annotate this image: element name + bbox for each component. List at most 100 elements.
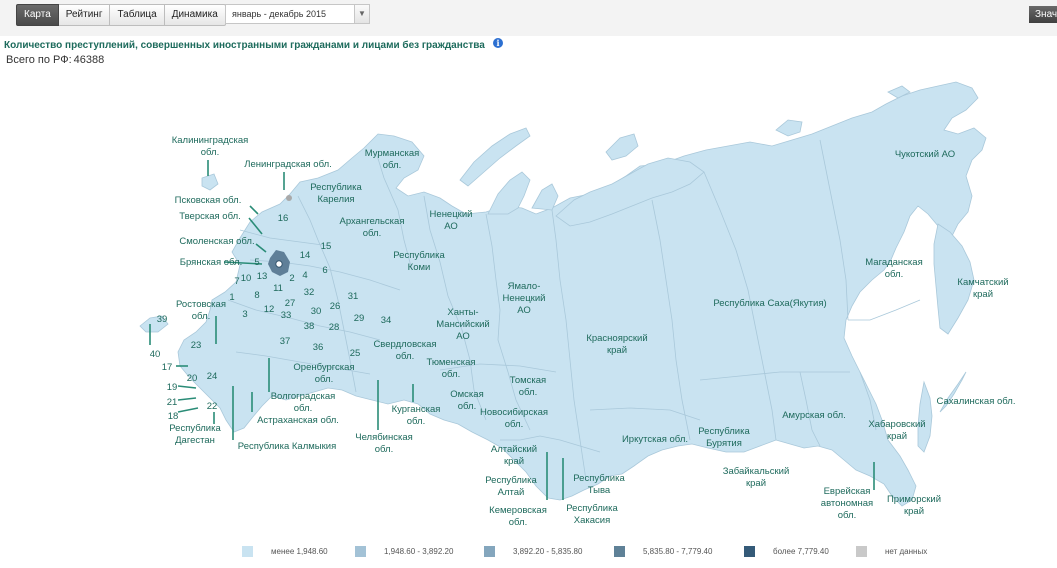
number-37[interactable]: 37 [280,336,291,347]
number-26[interactable]: 26 [330,301,341,312]
number-32[interactable]: 32 [304,287,315,298]
label-smolensk[interactable]: Смоленская обл. [179,236,254,247]
values-button[interactable]: Значения [1029,6,1057,23]
region-yamal[interactable] [487,171,531,215]
number-24[interactable]: 24 [207,371,218,382]
region-gydan[interactable] [531,183,559,211]
legend-label-0: менее 1,948.60 [271,547,328,556]
number-14[interactable]: 14 [300,250,311,261]
view-tabs: Карта Рейтинг Таблица Динамика [16,4,226,26]
label-zabaikalsky[interactable]: Забайкальский край [723,466,790,489]
number-28[interactable]: 28 [329,322,340,333]
region-novosibirsk-islands[interactable] [775,119,803,137]
label-kalmykia[interactable]: Республика Калмыкия [238,441,336,452]
label-kemerovo[interactable]: Кемеровская обл. [489,505,547,528]
number-1[interactable]: 1 [229,292,234,303]
number-25[interactable]: 25 [350,348,361,359]
number-18[interactable]: 18 [168,411,179,422]
label-tver[interactable]: Тверская обл. [179,211,241,222]
label-jewish[interactable]: Еврейская автономная обл. [821,486,873,521]
number-31[interactable]: 31 [348,291,359,302]
label-sakhalin[interactable]: Сахалинская обл. [937,396,1016,407]
russia-map: Калининградская обл. Ленинградская обл. М… [139,81,1016,528]
region-kaliningrad[interactable] [201,173,219,191]
label-irkutsk[interactable]: Иркутская обл. [622,434,688,445]
number-20[interactable]: 20 [187,373,198,384]
label-astrakhan[interactable]: Астраханская обл. [257,415,339,426]
legend-item-4: более 7,779.40 [744,546,829,557]
number-8[interactable]: 8 [254,290,259,301]
number-33[interactable]: 33 [281,310,292,321]
legend-item-2: 3,892.20 - 5,835.80 [484,546,582,557]
legend-label-4: более 7,779.40 [773,547,829,556]
number-34[interactable]: 34 [381,315,392,326]
number-23[interactable]: 23 [191,340,202,351]
number-27[interactable]: 27 [285,298,296,309]
saint-petersburg-marker[interactable] [286,195,292,201]
label-bryansk[interactable]: Брянская обл. [180,257,242,268]
top-toolbar: Карта Рейтинг Таблица Динамика январь - … [0,0,1057,36]
chevron-down-icon[interactable]: ▼ [354,5,369,23]
legend-label-2: 3,892.20 - 5,835.80 [513,547,583,556]
number-5[interactable]: 5 [254,257,259,268]
tab-table[interactable]: Таблица [110,4,165,26]
period-select[interactable]: январь - декабрь 2015 ▼ [225,4,370,24]
region-sakhalin[interactable] [917,380,933,453]
label-kaliningrad[interactable]: Калининградская обл. [172,135,249,158]
number-13[interactable]: 13 [257,271,268,282]
number-36[interactable]: 36 [313,342,324,353]
number-7[interactable]: 7 [234,276,239,287]
number-38[interactable]: 38 [304,321,315,332]
number-12[interactable]: 12 [264,304,275,315]
label-khakassia[interactable]: Республика Хакасия [566,503,618,526]
label-sakha[interactable]: Республика Саха(Якутия) [713,298,826,309]
moscow-city-marker[interactable] [275,260,283,268]
number-16[interactable]: 16 [278,213,289,224]
legend-swatch-2 [484,546,495,557]
legend-label-5: нет данных [885,547,928,556]
number-19[interactable]: 19 [167,382,178,393]
number-30[interactable]: 30 [311,306,322,317]
legend-swatch-4 [744,546,755,557]
region-severnaya-zemlya[interactable] [605,133,639,161]
number-15[interactable]: 15 [321,241,332,252]
legend-label-1: 1,948.60 - 3,892.20 [384,547,454,556]
legend-item-3: 5,835.80 - 7,779.40 [614,546,712,557]
legend-item-0: менее 1,948.60 [242,546,328,557]
label-chelyabinsk[interactable]: Челябинская обл. [355,432,413,455]
legend-swatch-0 [242,546,253,557]
label-pskov[interactable]: Псковская обл. [175,195,242,206]
number-6[interactable]: 6 [322,265,327,276]
label-volgograd[interactable]: Волгоградская обл. [271,391,336,414]
number-22[interactable]: 22 [207,401,218,412]
tab-rating[interactable]: Рейтинг [58,4,111,26]
page-title: Количество преступлений, совершенных ино… [4,40,485,51]
legend-item-1: 1,948.60 - 3,892.20 [355,546,453,557]
number-39[interactable]: 39 [157,314,168,325]
number-17[interactable]: 17 [162,362,173,373]
legend-swatch-1 [355,546,366,557]
legend-swatch-5 [856,546,867,557]
map-legend: менее 1,948.60 1,948.60 - 3,892.20 3,892… [0,546,1057,562]
number-10[interactable]: 10 [241,273,252,284]
legend-item-5: нет данных [856,546,927,557]
label-altai-rep[interactable]: Республика Алтай [485,475,537,498]
tab-dynamics[interactable]: Динамика [164,4,226,26]
number-40[interactable]: 40 [150,349,161,360]
label-dagestan[interactable]: Республика Дагестан [169,423,221,446]
number-4[interactable]: 4 [302,270,307,281]
period-select-value: январь - декабрь 2015 [232,9,326,19]
tab-map[interactable]: Карта [16,4,59,26]
number-29[interactable]: 29 [354,313,365,324]
label-amur[interactable]: Амурская обл. [782,410,846,421]
number-21[interactable]: 21 [167,397,178,408]
legend-label-3: 5,835.80 - 7,779.40 [643,547,713,556]
number-3[interactable]: 3 [242,309,247,320]
label-chukotka[interactable]: Чукотский АО [895,149,955,160]
label-leningrad[interactable]: Ленинградская обл. [244,159,332,170]
info-icon[interactable]: i [493,38,503,48]
number-2[interactable]: 2 [289,273,294,284]
legend-swatch-3 [614,546,625,557]
label-primorsky[interactable]: Приморский край [887,494,941,517]
number-11[interactable]: 11 [273,283,283,294]
